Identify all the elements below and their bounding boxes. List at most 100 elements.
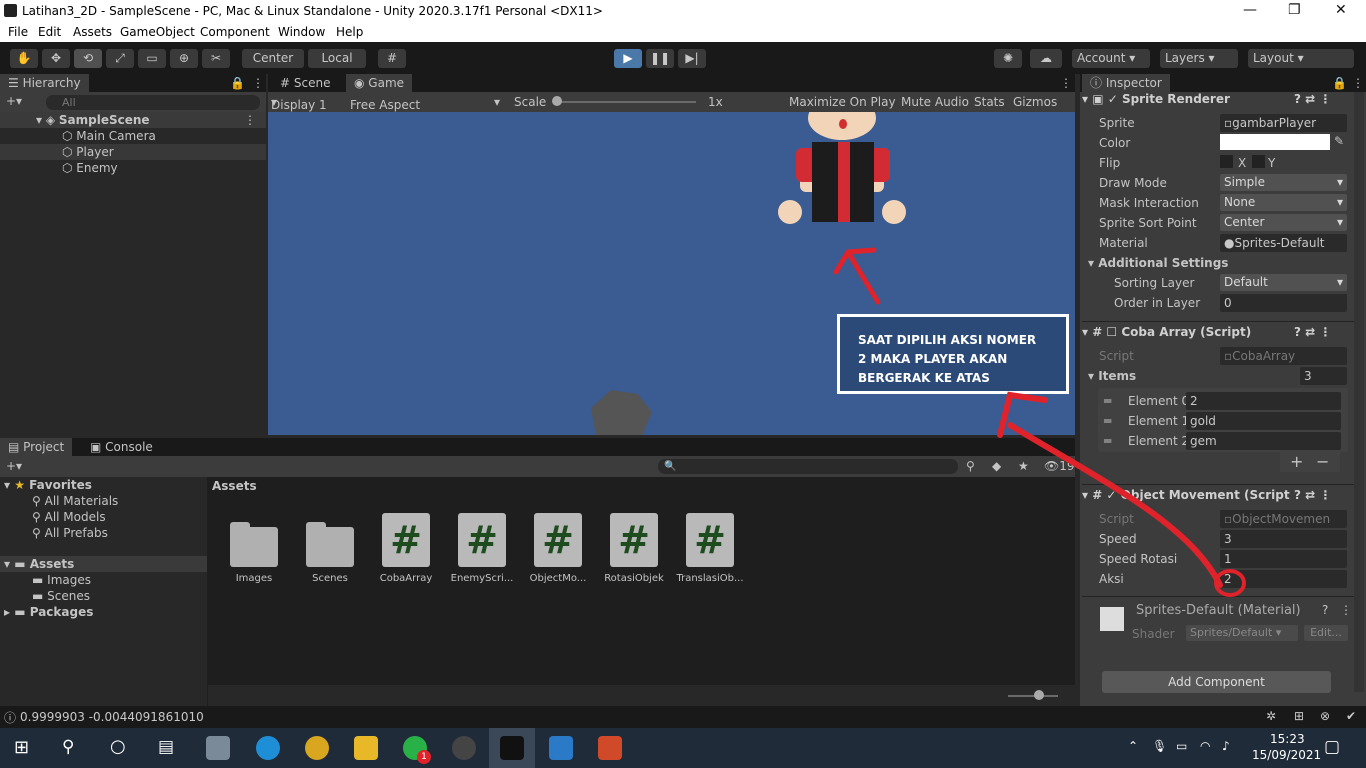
more-icon[interactable]: ⋮ bbox=[1352, 76, 1364, 90]
tree-images[interactable]: ▬ Images bbox=[0, 572, 207, 588]
assets-tree-row[interactable]: ▾ ▬ Assets bbox=[0, 556, 207, 572]
bug-icon[interactable]: ✲ bbox=[1266, 709, 1276, 723]
menu-file[interactable]: File bbox=[8, 25, 28, 39]
move-tool-icon[interactable]: ✥ bbox=[42, 49, 70, 68]
maximize-icon[interactable]: ❐ bbox=[1288, 2, 1301, 18]
shader-dropdown[interactable]: Sprites/Default ▾ bbox=[1186, 625, 1298, 641]
favorites-row[interactable]: ▾ ★ Favorites bbox=[0, 477, 207, 493]
more-icon[interactable]: ⋮ bbox=[252, 76, 264, 90]
color-swatch[interactable] bbox=[1220, 134, 1330, 150]
asset-images-folder[interactable]: Images bbox=[219, 513, 289, 584]
coba-array-header[interactable]: ▾ # ☐ Coba Array (Script)? ⇄ ⋮ bbox=[1082, 321, 1354, 341]
task-view-icon[interactable]: ▤ bbox=[158, 737, 174, 757]
transform-tool-icon[interactable]: ⊕ bbox=[170, 49, 198, 68]
tab-console[interactable]: ▣ Console bbox=[82, 438, 161, 456]
additional-settings-foldout[interactable]: ▾ Additional Settings bbox=[1088, 256, 1228, 270]
wifi-icon[interactable]: ◠ bbox=[1200, 739, 1210, 753]
maximize-on-play-button[interactable]: Maximize On Play bbox=[789, 95, 896, 109]
gizmos-button[interactable]: Gizmos bbox=[1013, 95, 1057, 109]
menu-help[interactable]: Help bbox=[336, 25, 363, 39]
icon-size-slider-handle[interactable] bbox=[1034, 690, 1044, 700]
file-explorer-icon[interactable] bbox=[354, 736, 378, 760]
menu-assets[interactable]: Assets bbox=[73, 25, 112, 39]
step-button[interactable]: ▶| bbox=[678, 49, 706, 68]
scale-slider-handle[interactable] bbox=[552, 96, 562, 106]
asset-cobaarray-script[interactable]: # CobaArray bbox=[371, 513, 441, 584]
volume-icon[interactable]: ♪ bbox=[1222, 739, 1230, 753]
scale-slider[interactable] bbox=[556, 101, 696, 103]
grid-snap-icon[interactable]: # bbox=[378, 49, 406, 68]
hierarchy-item-player[interactable]: ⬡ Player bbox=[0, 144, 266, 160]
pause-button[interactable]: ❚❚ bbox=[646, 49, 674, 68]
sprite-field[interactable]: ▫gambarPlayer bbox=[1220, 114, 1347, 132]
edit-shader-button[interactable]: Edit... bbox=[1304, 625, 1348, 641]
fav-all-prefabs[interactable]: ⚲ All Prefabs bbox=[0, 525, 207, 541]
project-search-input[interactable]: 🔍 bbox=[658, 459, 958, 474]
lock-icon[interactable]: 🔒 bbox=[230, 76, 245, 90]
cloud-icon[interactable]: ☁ bbox=[1030, 49, 1062, 68]
scene-row[interactable]: ▾ ◈ SampleScene ⋮ bbox=[0, 112, 266, 128]
lock-icon[interactable]: 🔒 bbox=[1332, 76, 1347, 90]
scale-tool-icon[interactable]: ⤢ bbox=[106, 49, 134, 68]
cache-icon[interactable]: ⊞ bbox=[1294, 709, 1304, 723]
fav-all-models[interactable]: ⚲ All Models bbox=[0, 509, 207, 525]
asset-rotasiobjek-script[interactable]: # RotasiObjek bbox=[599, 513, 669, 584]
minimize-icon[interactable]: — bbox=[1243, 2, 1257, 18]
windows-start-icon[interactable]: ⊞ bbox=[14, 737, 29, 758]
add-icon[interactable]: +▾ bbox=[6, 459, 22, 473]
hand-tool-icon[interactable]: ✋ bbox=[10, 49, 38, 68]
hierarchy-item-enemy[interactable]: ⬡ Enemy bbox=[0, 160, 266, 176]
flip-y-checkbox[interactable] bbox=[1252, 155, 1265, 168]
chrome-icon[interactable] bbox=[305, 736, 329, 760]
rect-tool-icon[interactable]: ▭ bbox=[138, 49, 166, 68]
play-button[interactable]: ▶ bbox=[614, 49, 642, 68]
edge-icon[interactable] bbox=[256, 736, 280, 760]
clock-date[interactable]: 15/09/2021 bbox=[1252, 748, 1321, 762]
pivot-center-button[interactable]: Center bbox=[242, 49, 304, 68]
hierarchy-item-main-camera[interactable]: ⬡ Main Camera bbox=[0, 128, 266, 144]
asset-enemyscript[interactable]: # EnemyScri... bbox=[447, 513, 517, 584]
add-icon[interactable]: +▾ bbox=[6, 94, 22, 108]
items-foldout[interactable]: ▾ Items bbox=[1088, 369, 1136, 383]
check-icon[interactable]: ✔ bbox=[1346, 709, 1356, 723]
asset-objectmovement-script[interactable]: # ObjectMo... bbox=[523, 513, 593, 584]
menu-window[interactable]: Window bbox=[278, 25, 325, 39]
pivot-local-button[interactable]: Local bbox=[308, 49, 366, 68]
tray-chevron-icon[interactable]: ⌃ bbox=[1128, 739, 1138, 753]
sort-point-dropdown[interactable]: Center bbox=[1220, 214, 1347, 231]
cortana-icon[interactable]: ○ bbox=[110, 736, 126, 757]
collab-icon[interactable]: ✺ bbox=[994, 49, 1022, 68]
add-component-button[interactable]: Add Component bbox=[1102, 671, 1331, 693]
stats-button[interactable]: Stats bbox=[974, 95, 1005, 109]
layout-dropdown[interactable]: Layout ▾ bbox=[1248, 49, 1354, 68]
custom-tool-icon[interactable]: ✂ bbox=[202, 49, 230, 68]
add-element-button[interactable]: + bbox=[1290, 452, 1303, 471]
layers-dropdown[interactable]: Layers ▾ bbox=[1160, 49, 1238, 68]
vscode-icon[interactable] bbox=[549, 736, 573, 760]
fav-all-materials[interactable]: ⚲ All Materials bbox=[0, 493, 207, 509]
status-text[interactable]: 0.9999903 -0.0044091861010 bbox=[20, 710, 204, 724]
order-in-layer-field[interactable]: 0 bbox=[1220, 294, 1347, 312]
aspect-chevron-icon[interactable]: ▾ bbox=[494, 95, 500, 109]
packages-tree-row[interactable]: ▸ ▬ Packages bbox=[0, 604, 207, 620]
display-dropdown[interactable]: Display 1 ▾ bbox=[271, 95, 327, 112]
microphone-icon[interactable]: 🎙 bbox=[1152, 739, 1167, 753]
tab-project[interactable]: ▤ Project bbox=[0, 438, 73, 456]
notifications-icon[interactable]: ▢ bbox=[1324, 737, 1340, 757]
rotate-tool-icon[interactable]: ⟲ bbox=[74, 49, 102, 68]
tab-hierarchy[interactable]: ☰ Hierarchy bbox=[0, 74, 89, 92]
clock-time[interactable]: 15:23 bbox=[1270, 732, 1305, 746]
draw-mode-dropdown[interactable]: Simple bbox=[1220, 174, 1347, 191]
tab-game[interactable]: ◉ Game bbox=[346, 74, 413, 92]
items-count-field[interactable]: 3 bbox=[1300, 367, 1347, 385]
sorting-layer-dropdown[interactable]: Default bbox=[1220, 274, 1347, 291]
progress-icon[interactable]: ⊗ bbox=[1320, 709, 1330, 723]
tree-scenes[interactable]: ▬ Scenes bbox=[0, 588, 207, 604]
inspector-scrollbar[interactable] bbox=[1354, 92, 1364, 692]
tab-scene[interactable]: # Scene bbox=[272, 74, 338, 92]
mask-interaction-dropdown[interactable]: None bbox=[1220, 194, 1347, 211]
close-icon[interactable]: ✕ bbox=[1335, 2, 1347, 18]
asset-scenes-folder[interactable]: Scenes bbox=[295, 513, 365, 584]
icon-size-slider[interactable] bbox=[1008, 695, 1058, 697]
unity-taskbar-icon[interactable] bbox=[500, 736, 524, 760]
